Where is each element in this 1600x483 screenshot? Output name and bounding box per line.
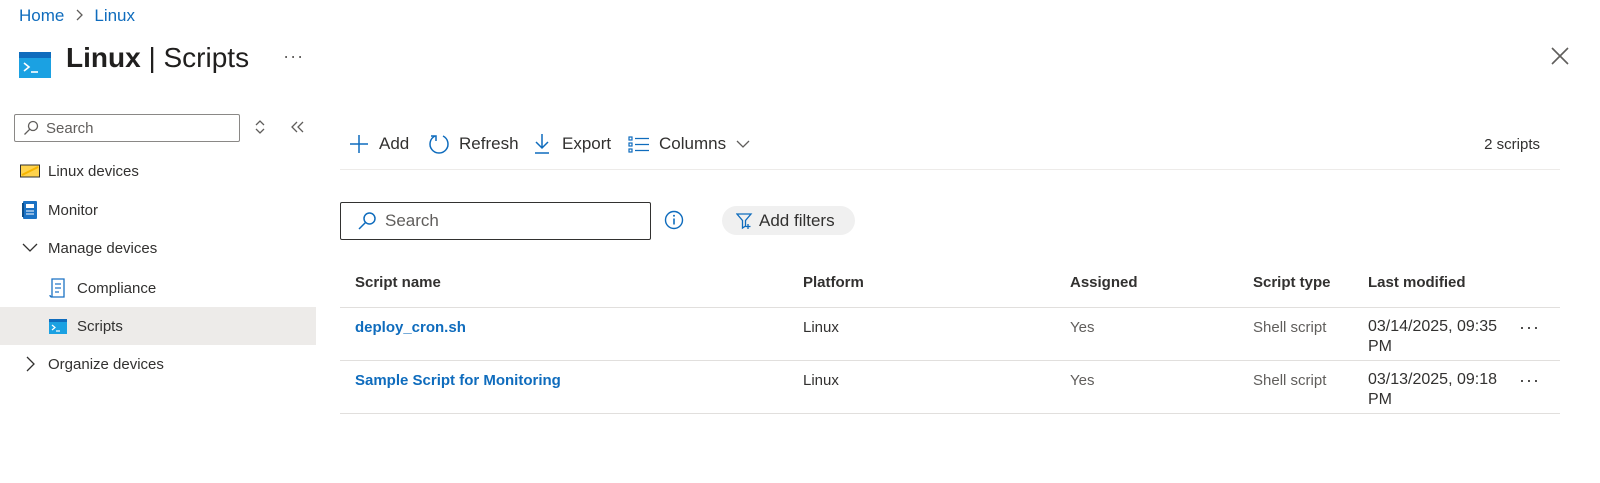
chevron-right-icon <box>74 8 84 24</box>
script-name-link[interactable]: Sample Script for Monitoring <box>355 372 561 389</box>
refresh-button[interactable]: Refresh <box>428 130 519 158</box>
sidebar-item-organize-devices[interactable]: Organize devices <box>0 345 316 383</box>
breadcrumb: Home Linux <box>19 6 135 26</box>
sidebar-item-scripts[interactable]: Scripts <box>0 307 316 345</box>
table-header-row: Script name Platform Assigned Script typ… <box>340 262 1560 308</box>
collapse-icon[interactable] <box>288 118 306 136</box>
table-row[interactable]: Sample Script for Monitoring Linux Yes S… <box>340 361 1560 414</box>
sort-icon[interactable] <box>253 118 267 136</box>
monitor-icon <box>19 199 41 221</box>
compliance-icon <box>47 277 69 299</box>
info-icon[interactable] <box>664 210 684 230</box>
platform-cell: Linux <box>803 372 839 389</box>
terminal-icon <box>19 52 51 78</box>
linux-devices-icon <box>19 160 41 182</box>
column-header-script-type[interactable]: Script type <box>1253 274 1331 291</box>
row-more-icon[interactable]: ··· <box>1519 317 1540 338</box>
filter-icon <box>736 212 753 229</box>
scripts-icon <box>47 315 69 337</box>
close-icon[interactable] <box>1548 44 1572 68</box>
search-icon <box>358 212 376 230</box>
chevron-down-icon <box>736 140 750 148</box>
scripts-table: Script name Platform Assigned Script typ… <box>340 262 1560 414</box>
assigned-cell: Yes <box>1070 372 1095 389</box>
column-header-script-name[interactable]: Script name <box>355 274 441 291</box>
add-filters-button[interactable]: Add filters <box>722 206 855 235</box>
add-button[interactable]: Add <box>348 130 409 158</box>
breadcrumb-linux[interactable]: Linux <box>94 6 135 26</box>
last-modified-cell: 03/14/2025, 09:35 PM <box>1368 318 1498 355</box>
assigned-cell: Yes <box>1070 319 1095 336</box>
columns-button[interactable]: Columns <box>628 130 750 158</box>
sidebar-item-monitor[interactable]: Monitor <box>0 191 316 229</box>
plus-icon <box>348 133 370 155</box>
command-bar: Add Refresh Export Columns 2 scripts <box>340 126 1560 170</box>
download-icon <box>531 133 553 155</box>
sidebar-search-input[interactable]: Search <box>14 114 240 142</box>
page-header: Linux | Scripts ··· <box>19 38 304 78</box>
table-row[interactable]: deploy_cron.sh Linux Yes Shell script 03… <box>340 308 1560 361</box>
script-type-cell: Shell script <box>1253 372 1327 389</box>
column-header-platform[interactable]: Platform <box>803 274 864 291</box>
row-more-icon[interactable]: ··· <box>1519 370 1540 391</box>
columns-icon <box>628 133 650 155</box>
search-icon <box>24 120 39 135</box>
chevron-right-icon <box>19 353 41 375</box>
search-input[interactable]: Search <box>340 202 651 240</box>
script-name-link[interactable]: deploy_cron.sh <box>355 319 466 336</box>
breadcrumb-home[interactable]: Home <box>19 6 64 26</box>
chevron-down-icon <box>19 237 41 259</box>
page-title: Linux | Scripts <box>66 42 250 73</box>
sidebar-item-compliance[interactable]: Compliance <box>0 269 316 307</box>
export-button[interactable]: Export <box>531 130 611 158</box>
sidebar-item-linux-devices[interactable]: Linux devices <box>0 152 316 190</box>
more-options-icon[interactable]: ··· <box>283 46 304 67</box>
column-header-last-modified[interactable]: Last modified <box>1368 274 1466 291</box>
platform-cell: Linux <box>803 319 839 336</box>
refresh-icon <box>428 133 450 155</box>
last-modified-cell: 03/13/2025, 09:18 PM <box>1368 371 1498 408</box>
column-header-assigned[interactable]: Assigned <box>1070 274 1138 291</box>
sidebar-item-manage-devices[interactable]: Manage devices <box>0 229 316 267</box>
script-type-cell: Shell script <box>1253 319 1327 336</box>
script-count: 2 scripts <box>1484 136 1540 153</box>
